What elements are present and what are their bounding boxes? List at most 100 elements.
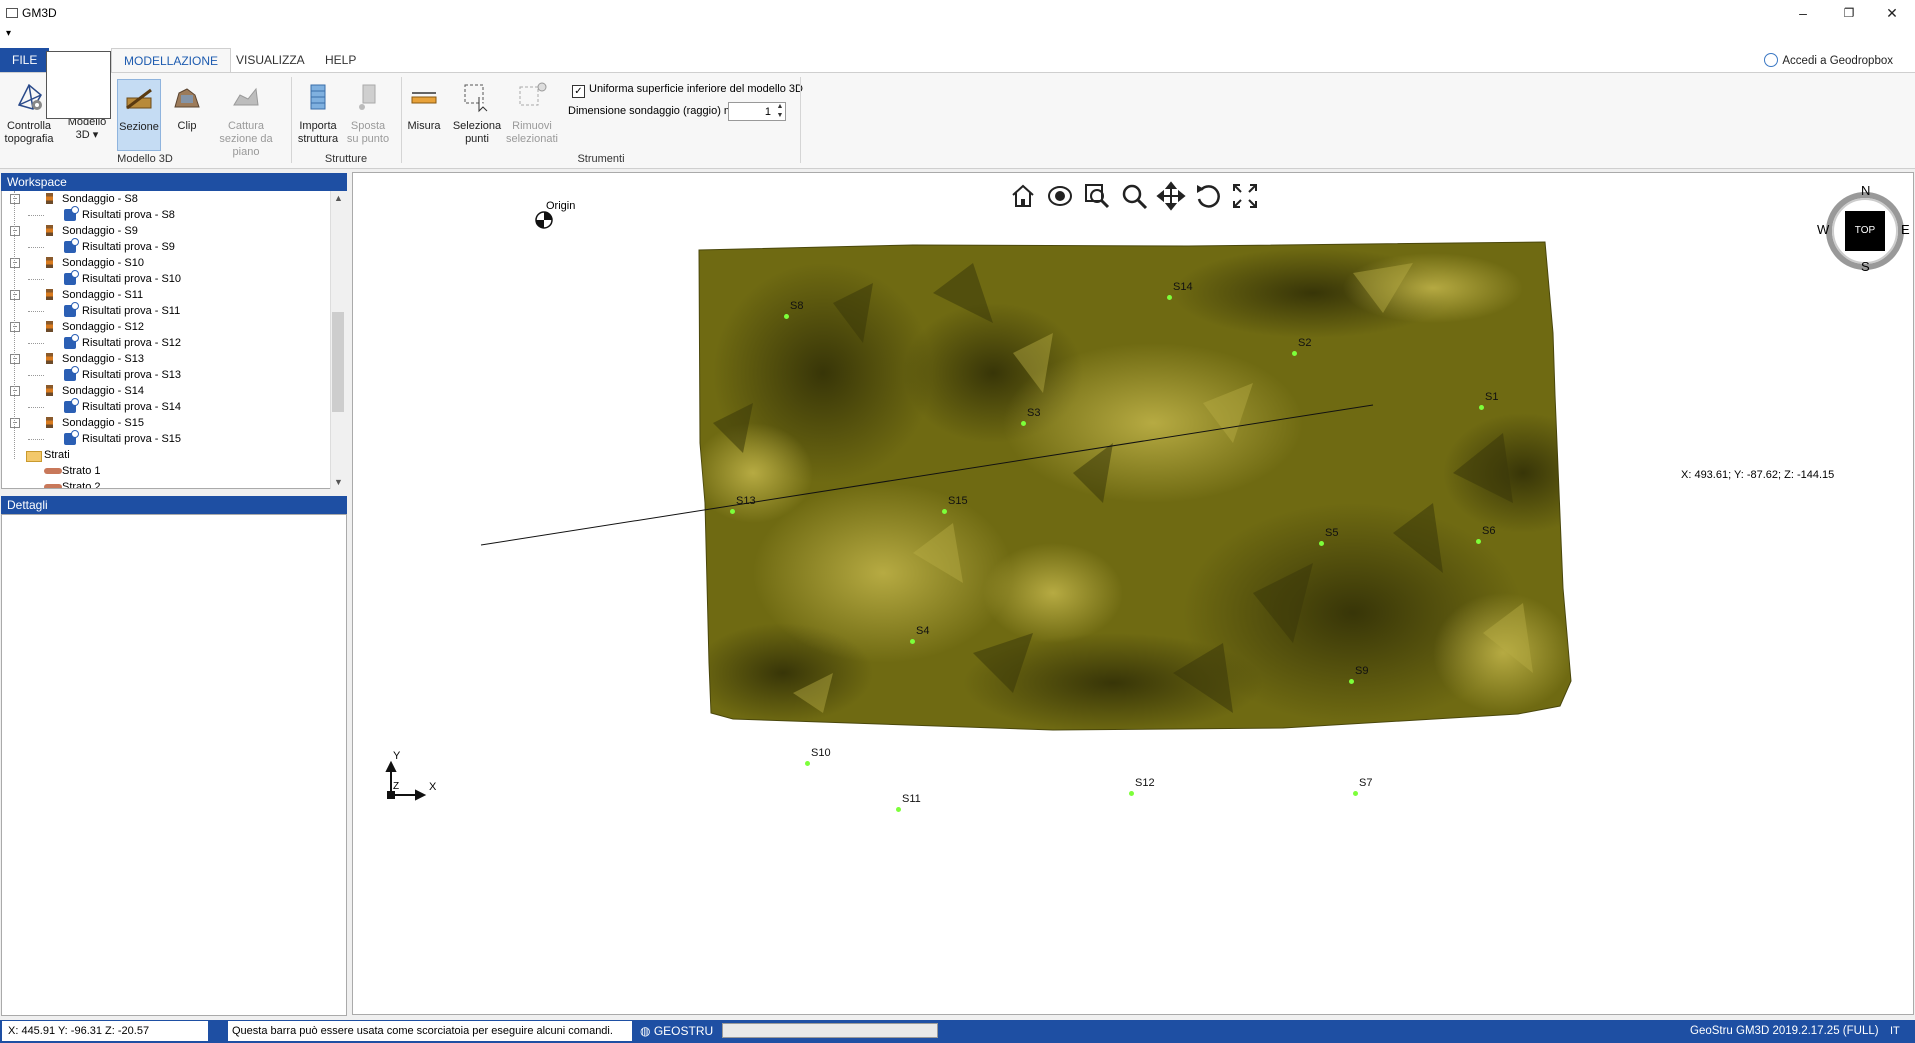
tree-node-sondaggio[interactable]: − Sondaggio - S13 [2, 351, 330, 367]
tab-file[interactable]: FILE [0, 48, 50, 72]
borehole-marker[interactable] [1319, 541, 1324, 546]
close-button[interactable]: ✕ [1869, 0, 1915, 26]
compass-west-label[interactable]: W [1817, 222, 1829, 237]
tree-node-label: Sondaggio - S11 [62, 289, 144, 301]
borehole-label: S11 [902, 793, 921, 805]
collapse-toggle-icon[interactable]: − [10, 354, 20, 364]
tree-node-sondaggio[interactable]: − Sondaggio - S9 [2, 223, 330, 239]
minimize-button[interactable]: – [1780, 0, 1826, 26]
scroll-up-icon[interactable]: ▲ [334, 193, 343, 203]
controlla-topografia-label: Controlla topografia [4, 120, 54, 145]
tree-node-sondaggio[interactable]: − Sondaggio - S12 [2, 319, 330, 335]
misura-button[interactable]: Misura [404, 79, 444, 149]
tree-node-sondaggio[interactable]: − Sondaggio - S11 [2, 287, 330, 303]
tree-node-label: Sondaggio - S10 [62, 257, 144, 269]
borehole-label: S10 [811, 747, 831, 759]
tree-node-risultati[interactable]: Risultati prova - S14 [2, 398, 330, 415]
collapse-toggle-icon[interactable]: − [10, 194, 20, 204]
cattura-sezione-button[interactable]: Cattura sezione da piano [208, 79, 284, 158]
borehole-marker[interactable] [1479, 405, 1484, 410]
tree-connector [28, 279, 44, 280]
tree-node-strato[interactable]: Strato 1 [2, 463, 330, 479]
borehole-label: S6 [1482, 525, 1496, 537]
rimuovi-selezionati-button[interactable]: Rimuovi selezionati [504, 79, 560, 149]
collapse-toggle-icon[interactable]: − [10, 322, 20, 332]
test-results-icon [64, 270, 79, 285]
borehole-marker[interactable] [1021, 421, 1026, 426]
scroll-down-icon[interactable]: ▼ [334, 477, 343, 487]
uniforma-superficie-checkbox[interactable]: ✓ Uniforma superficie inferiore del model… [572, 83, 803, 98]
tab-modellazione[interactable]: MODELLAZIONE [111, 48, 232, 74]
tree-node-risultati[interactable]: Risultati prova - S9 [2, 238, 330, 255]
geostru-label: GEOSTRU [653, 1024, 714, 1038]
collapse-toggle-icon[interactable]: − [10, 226, 20, 236]
sezione-button[interactable]: Sezione [117, 79, 161, 151]
borehole-label: S2 [1298, 337, 1312, 349]
workspace-scroll-thumb[interactable] [332, 312, 344, 412]
collapse-toggle-icon[interactable]: − [1, 450, 2, 460]
tree-node-risultati[interactable]: Risultati prova - S10 [2, 270, 330, 287]
compass-north-label[interactable]: N [1861, 183, 1870, 198]
tab-visualizza[interactable]: VISUALIZZA [224, 48, 317, 72]
geostru-link[interactable]: ◍ GEOSTRU [640, 1020, 713, 1043]
tree-connector [28, 343, 44, 344]
viewport-3d[interactable]: Origin Y X Z S8 S14 S2 S1 S3 S13 S15 S5 S6 S4 S9 S1… [352, 172, 1914, 1015]
tree-node-risultati[interactable]: Risultati prova - S8 [2, 206, 330, 223]
tree-node-risultati[interactable]: Risultati prova - S11 [2, 302, 330, 319]
seleziona-punti-label: Seleziona punti [452, 120, 502, 145]
tree-node-label: Strato 2 [62, 481, 101, 489]
borehole-marker[interactable] [805, 761, 810, 766]
geodropbox-login-link[interactable]: Accedi a Geodropbox [1764, 53, 1893, 67]
user-icon [1764, 53, 1779, 67]
tree-connector [28, 215, 44, 216]
borehole-marker[interactable] [896, 807, 901, 812]
collapse-toggle-icon[interactable]: − [10, 418, 20, 428]
borehole-marker[interactable] [1476, 539, 1481, 544]
workspace-header: Workspace [1, 173, 347, 191]
tab-help[interactable]: HELP [313, 48, 368, 72]
tree-node-label: Risultati prova - S11 [82, 305, 181, 317]
tree-node-strato[interactable]: Strato 2 [2, 479, 330, 489]
version-label: GeoStru GM3D 2019.2.17.25 (FULL) [1690, 1025, 1879, 1037]
tree-node-risultati[interactable]: Risultati prova - S12 [2, 334, 330, 351]
borehole-marker[interactable] [1349, 679, 1354, 684]
borehole-marker[interactable] [730, 509, 735, 514]
qat-dropdown-icon[interactable]: ▾ [6, 28, 11, 39]
borehole-marker[interactable] [910, 639, 915, 644]
compass-east-label[interactable]: E [1901, 222, 1910, 237]
tree-node-risultati[interactable]: Risultati prova - S15 [2, 430, 330, 447]
origin-label: Origin [546, 200, 576, 212]
seleziona-punti-button[interactable]: Seleziona punti [450, 79, 504, 149]
tree-node-sondaggio[interactable]: − Sondaggio - S15 [2, 415, 330, 431]
tree-node-strati[interactable]: − Strati [2, 447, 330, 463]
command-bar-input[interactable]: Questa barra può essere usata come scorc… [228, 1021, 632, 1041]
borehole-marker[interactable] [942, 509, 947, 514]
tree-node-label: Strati [44, 449, 70, 461]
folder-icon [26, 451, 42, 462]
borehole-icon [46, 193, 53, 204]
collapse-toggle-icon[interactable]: − [10, 386, 20, 396]
collapse-toggle-icon[interactable]: − [10, 258, 20, 268]
collapse-toggle-icon[interactable]: − [10, 290, 20, 300]
borehole-marker[interactable] [1292, 351, 1297, 356]
borehole-marker[interactable] [1167, 295, 1172, 300]
dimensione-spinner-icon[interactable]: ▲ ▼ [774, 102, 786, 121]
compass-south-label[interactable]: S [1861, 259, 1870, 274]
clip-button[interactable]: Clip [166, 79, 208, 149]
maximize-button[interactable]: ❐ [1826, 0, 1872, 26]
tree-node-sondaggio[interactable]: − Sondaggio - S8 [2, 191, 330, 207]
language-label[interactable]: IT [1890, 1020, 1900, 1043]
compass-top-button[interactable]: TOP [1845, 211, 1885, 251]
importa-struttura-button[interactable]: Importa struttura [296, 79, 340, 149]
tree-node-sondaggio[interactable]: − Sondaggio - S14 [2, 383, 330, 399]
tree-node-sondaggio[interactable]: − Sondaggio - S10 [2, 255, 330, 271]
compass-widget[interactable]: TOP N S W E [1817, 183, 1910, 274]
tree-node-risultati[interactable]: Risultati prova - S13 [2, 366, 330, 383]
borehole-marker[interactable] [1129, 791, 1134, 796]
borehole-marker[interactable] [1353, 791, 1358, 796]
sposta-su-punto-button[interactable]: Sposta su punto [346, 79, 390, 149]
geodropbox-label: Accedi a Geodropbox [1782, 55, 1893, 67]
borehole-marker[interactable] [784, 314, 789, 319]
sezione-label: Sezione [119, 121, 159, 133]
move-to-point-icon [359, 84, 376, 110]
